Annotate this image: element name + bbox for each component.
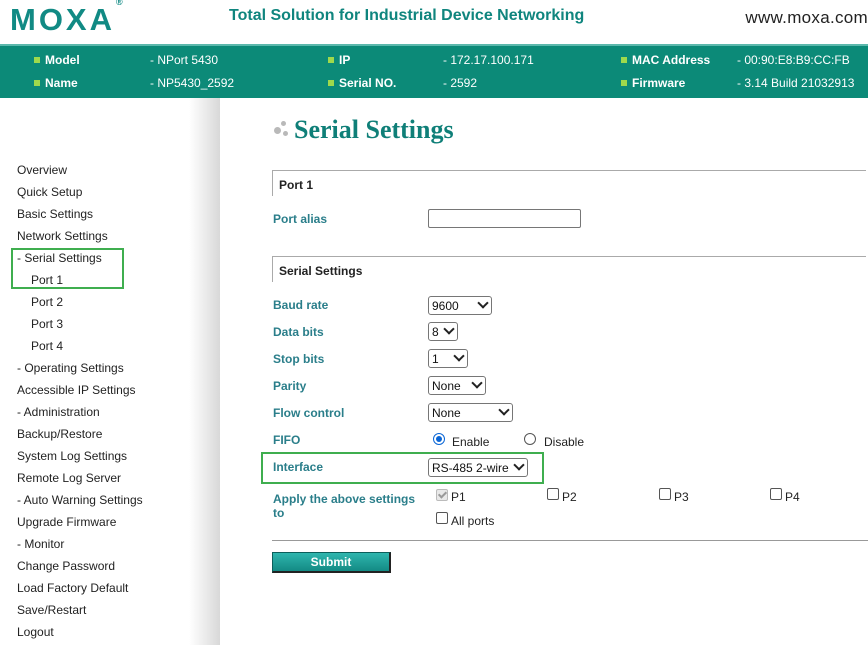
apply-p1-label: P1 [451, 490, 466, 504]
title-dots-icon [274, 119, 294, 139]
apply-p1-checkbox[interactable] [436, 489, 448, 501]
serial-settings-highlight-box [11, 248, 124, 289]
stop-bits-label: Stop bits [273, 352, 325, 366]
model-value: - NPort 5430 [150, 53, 219, 67]
parity-select[interactable]: None [428, 376, 486, 395]
port-section-header: Port 1 [272, 170, 866, 196]
baud-rate-label: Baud rate [273, 298, 329, 312]
interface-label: Interface [273, 460, 324, 474]
page-title: Serial Settings [294, 115, 454, 144]
fifo-label: FIFO [273, 433, 301, 447]
sidebar-nav: Overview Quick Setup Basic Settings Netw… [0, 98, 220, 645]
data-bits-select[interactable]: 8 [428, 322, 458, 341]
apply-all-ports-label: All ports [451, 514, 495, 528]
apply-p3-checkbox[interactable] [659, 488, 671, 500]
sidebar-item-save-restart[interactable]: Save/Restart [17, 603, 86, 617]
chevron-down-icon [498, 404, 510, 416]
fifo-enable-label: Enable [452, 435, 490, 449]
sidebar-item-port-4[interactable]: Port 4 [31, 339, 63, 353]
device-info-bar: Model - NPort 5430 Name - NP5430_2592 IP… [0, 44, 868, 98]
sidebar-item-upgrade-firmware[interactable]: Upgrade Firmware [17, 515, 116, 529]
sidebar-item-accessible-ip-settings[interactable]: Accessible IP Settings [17, 383, 136, 397]
fifo-disable-radio[interactable] [524, 433, 536, 445]
sidebar-item-monitor[interactable]: - Monitor [17, 537, 64, 551]
page-header: MOXA® Total Solution for Industrial Devi… [0, 0, 868, 44]
firmware-value: - 3.14 Build 21032913 [737, 76, 855, 90]
name-label: Name [34, 76, 78, 90]
sidebar-item-administration[interactable]: - Administration [17, 405, 100, 419]
stop-bits-select[interactable]: 1 [428, 349, 468, 368]
apply-p4-label: P4 [785, 490, 800, 504]
port-alias-input[interactable] [428, 209, 581, 228]
ip-value: - 172.17.100.171 [443, 53, 534, 67]
sidebar-item-remote-log-server[interactable]: Remote Log Server [17, 471, 121, 485]
apply-p3-label: P3 [674, 490, 689, 504]
data-bits-label: Data bits [273, 325, 324, 339]
sidebar-item-backup-restore[interactable]: Backup/Restore [17, 427, 102, 441]
chevron-down-icon [471, 377, 483, 389]
interface-select[interactable]: RS-485 2-wire [428, 458, 528, 477]
sidebar-item-overview[interactable]: Overview [17, 163, 67, 177]
chevron-down-icon [453, 350, 465, 362]
sidebar-item-load-factory-default[interactable]: Load Factory Default [17, 581, 128, 595]
sidebar-item-port-2[interactable]: Port 2 [31, 295, 63, 309]
apply-p4-checkbox[interactable] [770, 488, 782, 500]
chevron-down-icon [513, 459, 525, 471]
form-divider [272, 540, 868, 541]
apply-p2-checkbox[interactable] [547, 488, 559, 500]
firmware-label: Firmware [621, 76, 685, 90]
sidebar-item-basic-settings[interactable]: Basic Settings [17, 207, 93, 221]
sidebar-item-change-password[interactable]: Change Password [17, 559, 115, 573]
name-value: - NP5430_2592 [150, 76, 235, 90]
sidebar-item-quick-setup[interactable]: Quick Setup [17, 185, 82, 199]
fifo-enable-radio[interactable] [433, 433, 445, 445]
sidebar-item-port-3[interactable]: Port 3 [31, 317, 63, 331]
sidebar-item-auto-warning-settings[interactable]: - Auto Warning Settings [17, 493, 143, 507]
mac-address-value: - 00:90:E8:B9:CC:FB [737, 53, 850, 67]
parity-label: Parity [273, 379, 307, 393]
chevron-down-icon [477, 297, 489, 309]
submit-button[interactable]: Submit [272, 552, 391, 573]
sidebar-item-network-settings[interactable]: Network Settings [17, 229, 108, 243]
baud-rate-select[interactable]: 9600 [428, 296, 492, 315]
apply-settings-label: Apply the above settings to [273, 492, 416, 520]
website-link[interactable]: www.moxa.com [745, 8, 868, 28]
serial-settings-section-header: Serial Settings [272, 256, 866, 282]
moxa-logo[interactable]: MOXA® [10, 0, 123, 38]
sidebar-item-operating-settings[interactable]: - Operating Settings [17, 361, 124, 375]
serial-no-value: - 2592 [443, 76, 478, 90]
header-tagline: Total Solution for Industrial Device Net… [229, 7, 585, 24]
serial-no-label: Serial NO. [328, 76, 396, 90]
model-label: Model [34, 53, 80, 67]
sidebar-item-system-log-settings[interactable]: System Log Settings [17, 449, 127, 463]
flow-control-select[interactable]: None [428, 403, 513, 422]
apply-p2-label: P2 [562, 490, 577, 504]
chevron-down-icon [443, 323, 455, 335]
apply-all-ports-checkbox[interactable] [436, 512, 448, 524]
sidebar-item-logout[interactable]: Logout [17, 625, 54, 639]
ip-label: IP [328, 53, 350, 67]
port-alias-label: Port alias [273, 212, 328, 226]
mac-address-label: MAC Address [621, 53, 710, 67]
flow-control-label: Flow control [273, 406, 345, 420]
fifo-disable-label: Disable [544, 435, 585, 449]
